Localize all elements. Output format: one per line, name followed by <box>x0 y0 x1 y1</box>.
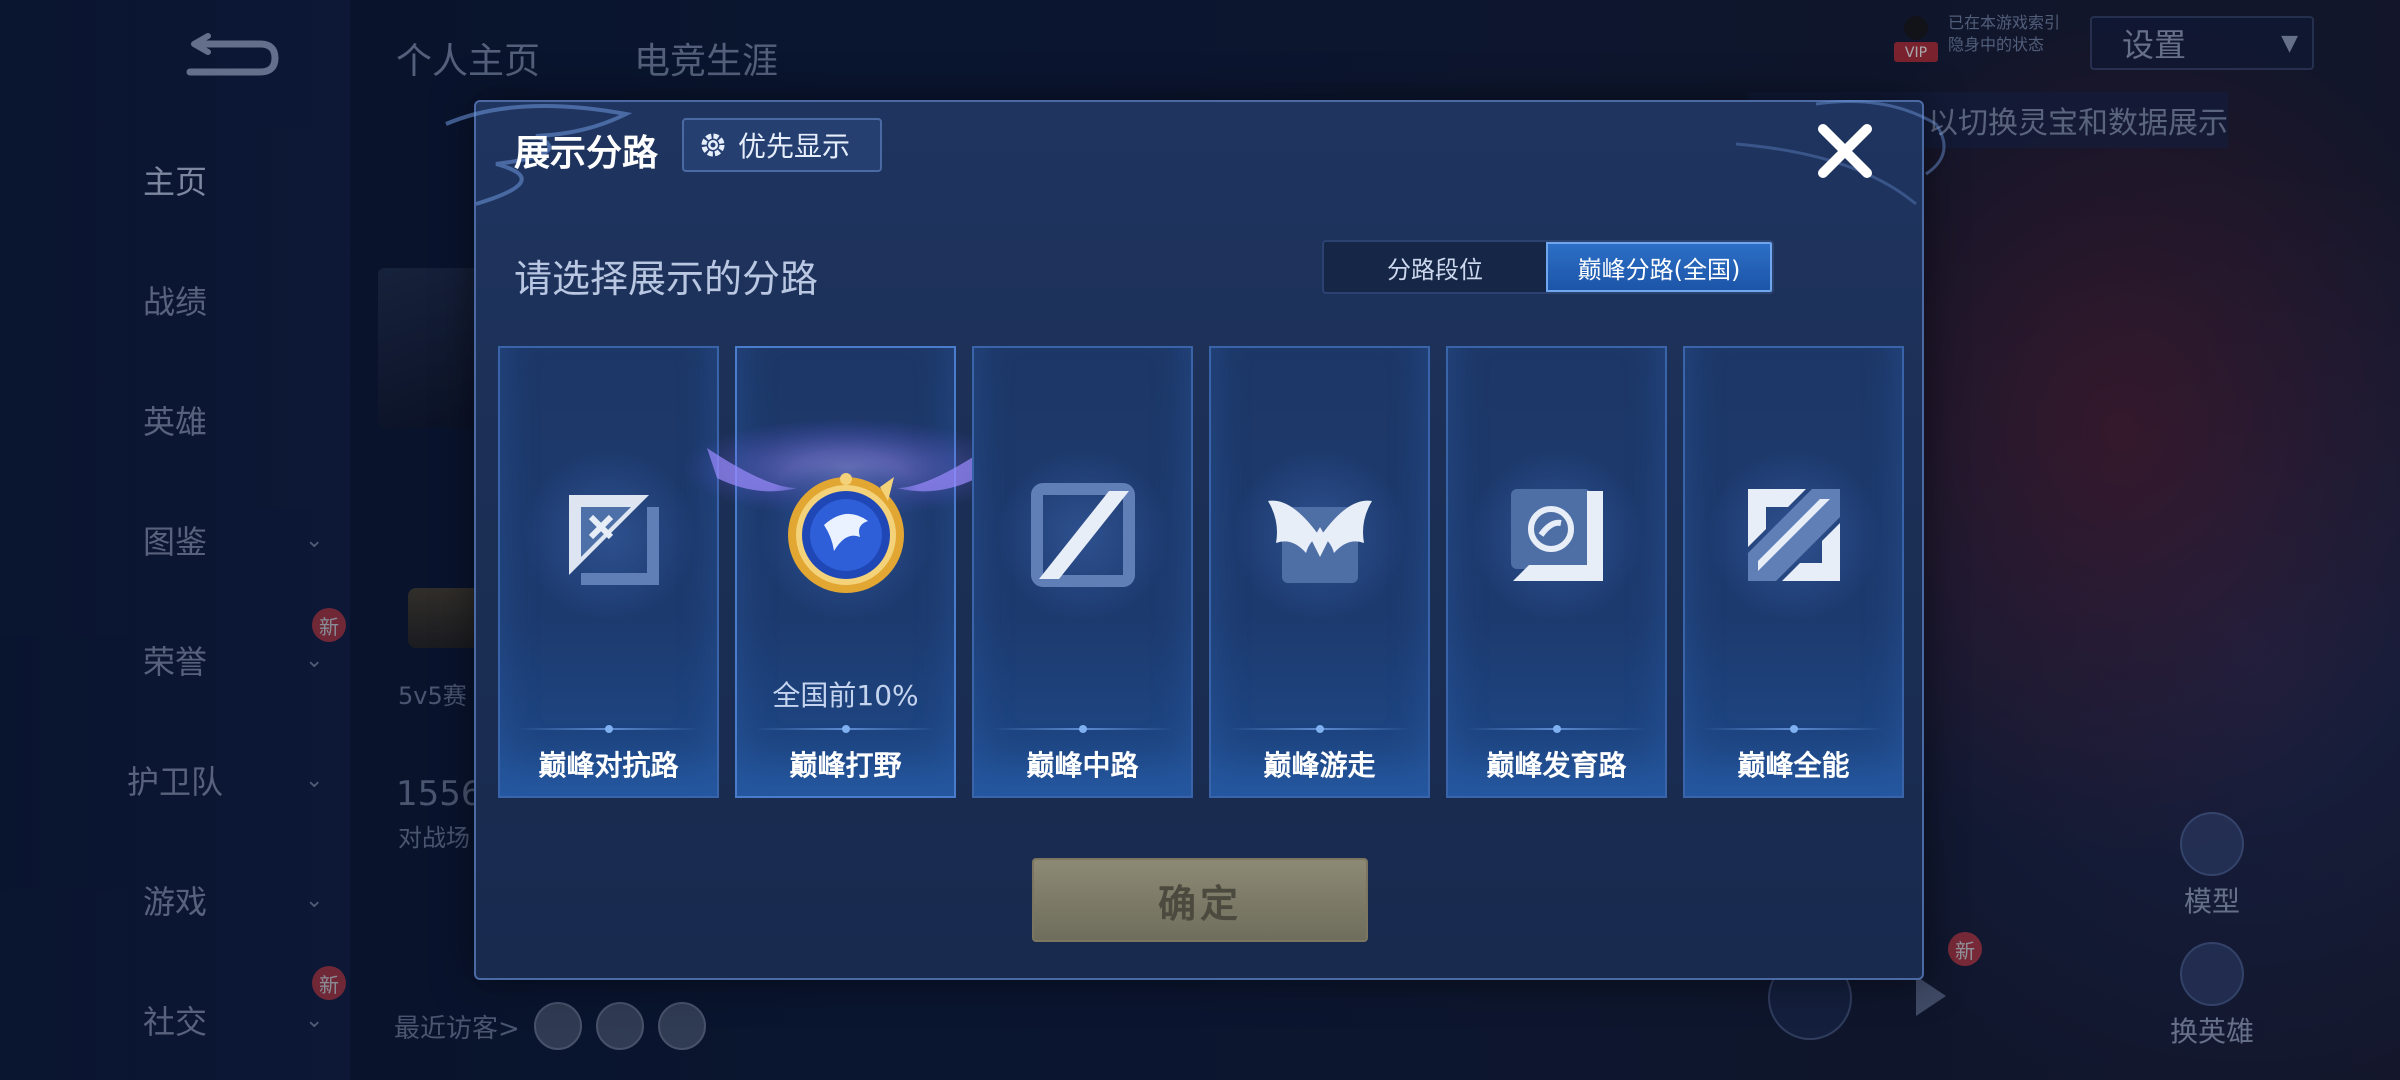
tab-lane-rank[interactable]: 分路段位 <box>1324 242 1546 292</box>
lane-rank: 全国前10% <box>772 679 919 712</box>
card-divider <box>518 725 699 733</box>
lane-label: 巅峰中路 <box>1026 749 1139 782</box>
emblem-disc <box>997 450 1168 620</box>
card-divider <box>755 725 936 733</box>
game-screen: 主页 战绩 英雄 图鉴 ⌄ 荣誉 ⌄ 新 护卫队 ⌄ 游戏 ⌄ 社交 ⌄ 新 个人主页 电… <box>0 0 2400 1080</box>
lane-card-allround[interactable]: 巅峰全能 <box>1683 346 1904 798</box>
confirm-button[interactable]: 确定 <box>1032 858 1368 942</box>
emblem-disc <box>760 450 931 620</box>
lane-card-mid[interactable]: 巅峰中路 <box>972 346 1193 798</box>
all-round-icon <box>1747 489 1840 581</box>
card-divider <box>992 725 1173 733</box>
lane-card-roam[interactable]: 巅峰游走 <box>1209 346 1430 798</box>
tab-peak-lane-national[interactable]: 巅峰分路(全国) <box>1546 242 1772 292</box>
close-icon <box>1818 124 1872 178</box>
priority-button-label: 优先显示 <box>738 130 851 163</box>
lane-label: 巅峰发育路 <box>1486 749 1627 782</box>
dialog-subtitle: 请选择展示的分路 <box>514 257 819 301</box>
farm-lane-icon <box>1510 489 1603 581</box>
lane-source-toggle: 分路段位 巅峰分路(全国) <box>1322 240 1774 294</box>
lane-display-dialog: 展示分路 优先显示 请选择展示的分路 分路段位 巅峰分路(全国) 巅峰对抗路 全… <box>445 100 1946 980</box>
emblem-disc <box>1471 450 1642 620</box>
clash-lane-icon <box>564 495 659 585</box>
card-divider <box>1703 725 1884 733</box>
lane-card-farm[interactable]: 巅峰发育路 <box>1446 346 1667 798</box>
jungle-dragon-emblem-icon <box>787 473 904 593</box>
emblem-disc <box>523 450 694 620</box>
cloud-ornament-icon <box>445 100 1946 206</box>
lane-card-list: 巅峰对抗路 全国前10% 巅峰打野 巅峰中路 巅峰游走 巅峰发育路 巅峰全能 <box>498 346 1904 798</box>
card-divider <box>1229 725 1410 733</box>
lane-label: 巅峰游走 <box>1263 749 1376 782</box>
close-button[interactable] <box>1810 116 1880 186</box>
roam-wings-icon <box>1267 500 1372 583</box>
priority-display-button[interactable]: 优先显示 <box>682 118 882 172</box>
lane-card-jungle[interactable]: 全国前10% 巅峰打野 <box>682 346 1012 798</box>
emblem-disc <box>1708 450 1879 620</box>
mid-lane-icon <box>1030 483 1135 587</box>
gear-icon <box>701 133 725 157</box>
lane-label: 巅峰打野 <box>789 749 902 782</box>
lane-card-clash[interactable]: 巅峰对抗路 <box>498 346 719 798</box>
lane-label: 巅峰全能 <box>1737 749 1850 782</box>
emblem-disc <box>1234 450 1405 620</box>
card-divider <box>1466 725 1647 733</box>
dialog-title: 展示分路 <box>514 133 659 174</box>
lane-label: 巅峰对抗路 <box>538 749 679 782</box>
